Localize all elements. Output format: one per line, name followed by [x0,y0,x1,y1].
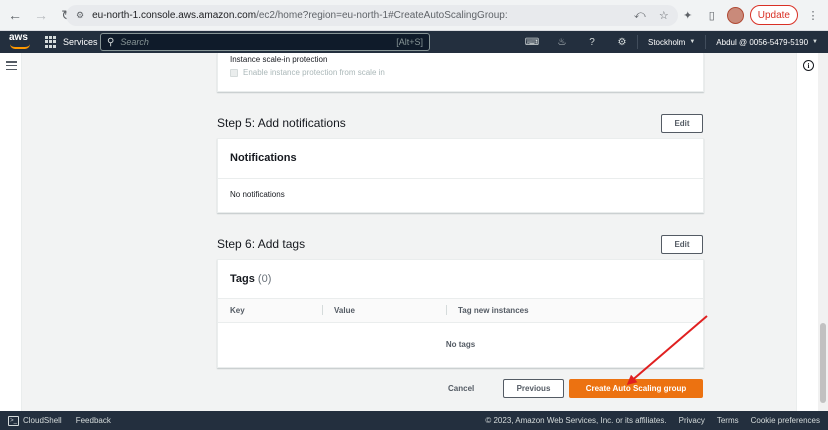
divider [218,298,703,299]
menu-kebab-icon[interactable]: ⋮ [804,6,822,24]
column-header-tag-new-instances[interactable]: Tag new instances [458,306,529,315]
search-shortcut: [Alt+S] [396,37,423,47]
feedback-link[interactable]: Feedback [76,416,111,425]
left-nav-rail [0,53,22,411]
address-bar[interactable]: ⚙ eu-north-1.console.aws.amazon.com/ec2/… [66,5,678,26]
column-divider [446,305,447,315]
account-label: Abdul @ 0056-5479-5190 [716,37,809,47]
notifications-heading: Notifications [230,152,297,164]
side-panel-icon[interactable]: ▯ [703,6,721,24]
no-tags-text: No tags [445,340,476,349]
settings-gear-icon[interactable]: ⚙ [607,31,637,53]
back-icon[interactable]: ← [4,4,26,26]
extensions-puzzle-icon[interactable]: ✦ [679,6,697,24]
step5-title: Step 5: Add notifications [217,116,346,130]
aws-logo[interactable]: aws [9,33,33,51]
copyright-text: © 2023, Amazon Web Services, Inc. or its… [485,416,667,425]
services-grid-icon[interactable] [45,36,57,48]
region-selector[interactable]: Stockholm ▼ [638,38,705,47]
scale-in-protection-label: Instance scale-in protection [230,55,328,64]
scale-in-protection-checkbox-row: Enable instance protection from scale in [230,68,385,77]
step6-title: Step 6: Add tags [217,237,306,251]
advanced-config-card: Instance scale-in protection Enable inst… [217,53,704,92]
tags-heading: Tags (0) [230,273,271,285]
column-header-value[interactable]: Value [334,306,355,315]
privacy-link[interactable]: Privacy [679,416,705,425]
step6-edit-button[interactable]: Edit [661,235,703,254]
info-icon[interactable]: i [803,60,814,71]
tags-card: Tags (0) Key Value Tag new instances No … [217,259,704,368]
aws-logo-text: aws [9,32,28,43]
no-notifications-text: No notifications [230,190,285,199]
divider [218,178,703,179]
forward-icon[interactable]: → [30,4,52,26]
chevron-down-icon: ▼ [812,39,818,45]
right-help-rail: i [796,53,818,411]
tags-table-header: Key Value Tag new instances [218,298,703,323]
cloudshell-icon[interactable]: ⌨ [517,31,547,53]
scale-in-protection-checkbox[interactable] [230,68,238,77]
region-label: Stockholm [647,37,686,47]
checkbox-label: Enable instance protection from scale in [243,68,385,77]
url-path: /ec2/home?region=eu-north-1#CreateAutoSc… [256,10,508,21]
share-icon[interactable]: ⤺ [631,6,649,24]
notifications-bell-icon[interactable]: ♨ [547,31,577,53]
update-button[interactable]: Update [749,5,798,25]
browser-toolbar: ← → ↻ ⚙ eu-north-1.console.aws.amazon.co… [0,0,828,31]
terms-link[interactable]: Terms [717,416,739,425]
cookie-preferences-link[interactable]: Cookie preferences [751,416,820,425]
step5-edit-button[interactable]: Edit [661,114,703,133]
search-placeholder: Search [120,37,149,47]
search-icon: ⚲ [107,36,115,48]
help-icon[interactable]: ? [577,31,607,53]
bookmark-star-icon[interactable]: ☆ [655,6,673,24]
hamburger-menu-icon[interactable] [6,61,17,70]
cloudshell-link[interactable]: CloudShell [23,416,62,425]
scrollbar-thumb[interactable] [820,323,826,403]
column-divider [322,305,323,315]
chevron-down-icon: ▼ [689,39,696,45]
previous-button[interactable]: Previous [503,379,564,398]
services-menu[interactable]: Services [63,37,98,47]
profile-avatar[interactable] [726,6,744,24]
aws-navbar: aws Services ⚲ Search [Alt+S] ⌨ ♨ ? ⚙ St… [0,31,828,53]
notifications-card: Notifications No notifications [217,138,704,213]
column-header-key[interactable]: Key [230,306,245,315]
divider [218,322,703,323]
account-menu[interactable]: Abdul @ 0056-5479-5190 ▼ [706,38,828,47]
console-footer: >_ CloudShell Feedback © 2023, Amazon We… [0,411,828,430]
cancel-button[interactable]: Cancel [448,384,474,393]
search-input[interactable]: ⚲ Search [Alt+S] [100,33,430,51]
cloudshell-icon[interactable]: >_ [8,415,19,426]
tags-title: Tags [230,273,255,285]
tune-icon[interactable]: ⚙ [76,10,84,21]
url-host: eu-north-1.console.aws.amazon.com [92,10,257,21]
tags-count: (0) [257,273,272,285]
scrollbar[interactable] [818,53,828,411]
create-auto-scaling-group-button[interactable]: Create Auto Scaling group [569,379,703,398]
